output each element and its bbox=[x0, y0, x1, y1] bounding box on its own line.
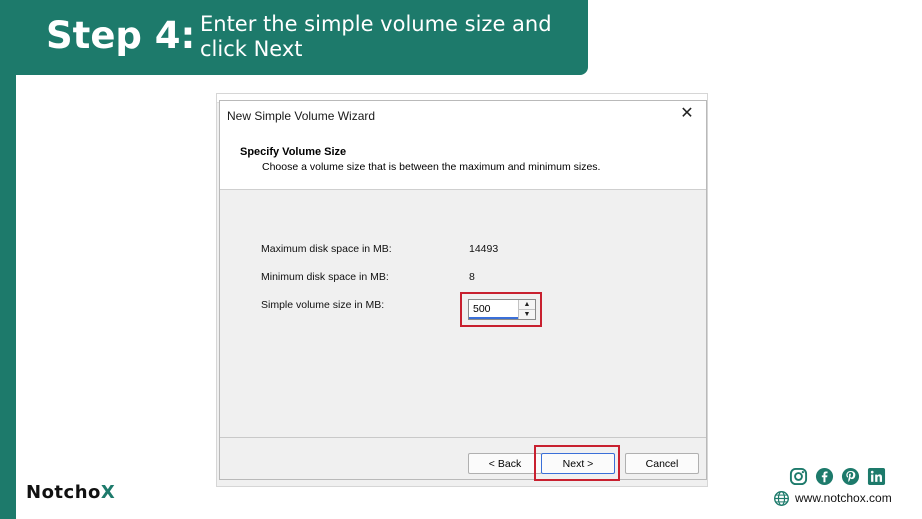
left-accent-bar bbox=[0, 0, 16, 519]
new-simple-volume-wizard-dialog: New Simple Volume Wizard ✕ Specify Volum… bbox=[219, 100, 707, 481]
stepper-arrows: ▲ ▼ bbox=[518, 300, 535, 319]
min-disk-space-value: 8 bbox=[469, 271, 475, 283]
step-number: Step 4: bbox=[46, 14, 196, 57]
page-subheading: Choose a volume size that is between the… bbox=[262, 161, 601, 173]
page-heading: Specify Volume Size bbox=[240, 146, 347, 158]
dialog-title: New Simple Volume Wizard bbox=[227, 109, 376, 123]
volume-size-label: Simple volume size in MB: bbox=[261, 299, 385, 311]
brand-logo: NotchoX bbox=[26, 482, 115, 503]
brand-x: X bbox=[100, 482, 116, 503]
back-button[interactable]: < Back bbox=[468, 453, 542, 474]
min-disk-space-label: Minimum disk space in MB: bbox=[261, 271, 389, 283]
dialog-titlebar: New Simple Volume Wizard ✕ bbox=[220, 101, 706, 131]
chevron-down-icon[interactable]: ▼ bbox=[519, 310, 535, 319]
cancel-button[interactable]: Cancel bbox=[625, 453, 699, 474]
footer-divider bbox=[220, 437, 706, 438]
linkedin-icon[interactable] bbox=[867, 467, 886, 486]
brand-name: Notcho bbox=[26, 482, 101, 503]
wizard-screenshot: New Simple Volume Wizard ✕ Specify Volum… bbox=[216, 93, 708, 487]
volume-size-highlight: ▲ ▼ bbox=[460, 292, 542, 327]
volume-size-input[interactable] bbox=[469, 300, 519, 319]
dialog-header: Specify Volume Size Choose a volume size… bbox=[220, 131, 706, 190]
step-banner: Step 4: Enter the simple volume size and… bbox=[0, 0, 588, 75]
website-url: www.notchox.com bbox=[795, 491, 892, 505]
instagram-icon[interactable] bbox=[789, 467, 808, 486]
next-button[interactable]: Next > bbox=[541, 453, 615, 474]
max-disk-space-label: Maximum disk space in MB: bbox=[261, 243, 392, 255]
facebook-icon[interactable] bbox=[815, 467, 834, 486]
pinterest-icon[interactable] bbox=[841, 467, 860, 486]
chevron-up-icon[interactable]: ▲ bbox=[519, 300, 535, 310]
max-disk-space-value: 14493 bbox=[469, 243, 499, 255]
volume-size-stepper[interactable]: ▲ ▼ bbox=[468, 299, 536, 320]
close-icon[interactable]: ✕ bbox=[678, 105, 696, 123]
step-description: Enter the simple volume size and click N… bbox=[200, 12, 552, 61]
globe-icon bbox=[774, 491, 789, 506]
